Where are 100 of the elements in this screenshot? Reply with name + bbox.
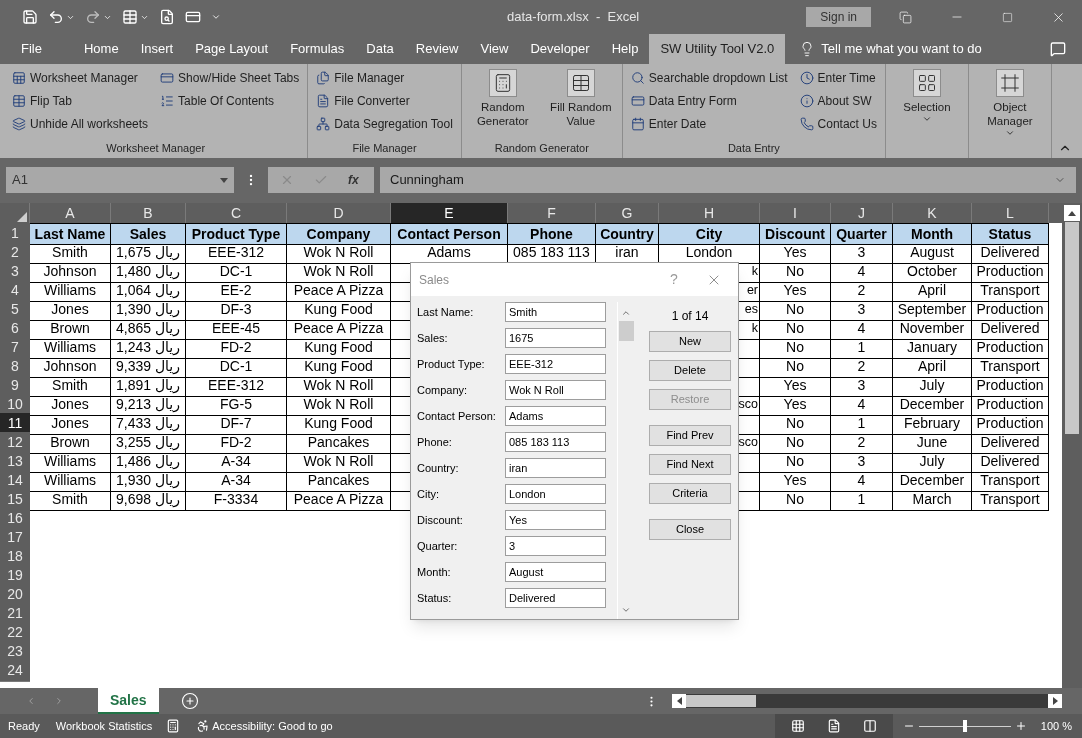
maximize-icon[interactable] (1002, 11, 1013, 23)
menu-tab[interactable]: Page Layout (184, 34, 280, 64)
dialog-button[interactable]: Criteria (649, 483, 731, 504)
ribbon-button[interactable]: Flip Tab (12, 91, 149, 111)
input-field[interactable]: London (505, 484, 606, 504)
row-header[interactable]: 20 (0, 584, 30, 606)
ribbon-large-button[interactable]: Random Generator (469, 68, 536, 140)
row-header[interactable]: 18 (0, 546, 30, 568)
ribbon-large-button[interactable]: Selection (893, 68, 960, 140)
row-header[interactable]: 13 (0, 451, 30, 473)
row-header[interactable]: 8 (0, 356, 30, 378)
scroll-down-icon[interactable] (621, 605, 631, 615)
row-header[interactable]: 17 (0, 527, 30, 549)
row-header[interactable]: 9 (0, 375, 30, 397)
input-field[interactable]: iran (505, 458, 606, 478)
row-header[interactable]: 1 (0, 223, 30, 245)
dialog-button[interactable]: Close (649, 519, 731, 540)
form-icon[interactable] (185, 9, 201, 25)
row-header[interactable]: 15 (0, 489, 30, 511)
row-header[interactable]: 3 (0, 261, 30, 283)
ribbon-button[interactable]: Worksheet Manager (12, 68, 149, 88)
redo-icon[interactable] (85, 9, 101, 25)
print-preview-icon[interactable] (159, 9, 175, 25)
table-icon[interactable] (122, 9, 138, 25)
row-header[interactable]: 4 (0, 280, 30, 302)
ribbon-button[interactable]: Contact Us (799, 114, 877, 134)
ribbon-large-button[interactable]: Fill Random Value (547, 68, 614, 140)
ribbon-button[interactable]: File Manager (316, 68, 453, 88)
page-break-icon[interactable] (862, 719, 877, 733)
dialog-button[interactable]: Delete (649, 360, 731, 381)
row-header[interactable]: 19 (0, 565, 30, 587)
menu-tab[interactable]: File (10, 34, 53, 64)
ribbon-button[interactable]: Data Segregation Tool (316, 114, 453, 134)
ribbon-button[interactable]: Table Of Contents (160, 91, 300, 111)
ribbon-button[interactable]: Data Entry Form (630, 91, 788, 111)
menu-tab[interactable]: View (469, 34, 520, 64)
ribbon-button[interactable]: Enter Date (630, 114, 788, 134)
vertical-scrollbar[interactable] (1062, 203, 1082, 688)
name-box[interactable]: A1 (6, 167, 234, 193)
row-header[interactable]: 10 (0, 394, 30, 416)
page-layout-icon[interactable] (826, 719, 841, 733)
ribbon-large-button[interactable]: Object Manager (976, 68, 1043, 140)
menu-tab[interactable]: Developer (519, 34, 601, 64)
ribbon-button[interactable]: Unhide All worksheets (12, 114, 149, 134)
ribbon-button[interactable]: Searchable dropdown List (630, 68, 788, 88)
row-header[interactable]: 16 (0, 508, 30, 530)
row-header[interactable]: 21 (0, 603, 30, 625)
sign-in-button[interactable]: Sign in (806, 7, 871, 27)
customize-icon[interactable] (211, 12, 221, 22)
scrollbar-thumb[interactable] (686, 695, 756, 707)
scroll-left-icon[interactable] (676, 697, 682, 705)
ribbon-button[interactable]: File Converter (316, 91, 453, 111)
dialog-button[interactable]: Find Next (649, 454, 731, 475)
row-header[interactable]: 14 (0, 470, 30, 492)
tell-me-field[interactable]: Tell me what you want to do (821, 39, 982, 59)
dialog-button[interactable]: Find Prev (649, 425, 731, 446)
scrollbar-thumb[interactable] (1065, 222, 1079, 434)
input-field[interactable]: 085 183 113 (505, 432, 606, 452)
ribbon-display-icon[interactable] (899, 10, 912, 24)
dialog-button[interactable]: New (649, 331, 731, 352)
zoom-in-icon[interactable] (1014, 720, 1027, 732)
scroll-right-icon[interactable] (1052, 697, 1058, 705)
menu-tab[interactable]: Help (600, 34, 650, 64)
horizontal-scrollbar[interactable] (672, 694, 1062, 708)
row-header[interactable]: 24 (0, 660, 30, 682)
input-field[interactable]: August (505, 562, 606, 582)
scrollbar-thumb[interactable] (618, 321, 634, 341)
undo-icon[interactable] (48, 9, 64, 25)
menu-tab[interactable]: Review (404, 34, 470, 64)
input-field[interactable]: 3 (505, 536, 606, 556)
row-header[interactable]: 22 (0, 622, 30, 644)
scroll-up-icon[interactable] (1068, 210, 1076, 216)
menu-tab[interactable]: Data (355, 34, 405, 64)
zoom-level[interactable]: 100 % (1040, 717, 1072, 735)
row-header[interactable]: 7 (0, 337, 30, 359)
input-field[interactable]: EEE-312 (505, 354, 606, 374)
column-header[interactable]: E (391, 203, 508, 224)
row-header[interactable]: 6 (0, 318, 30, 340)
ribbon-button[interactable]: About SW (799, 91, 877, 111)
input-field[interactable]: Yes (505, 510, 606, 530)
add-sheet-icon[interactable] (180, 692, 199, 710)
row-header[interactable]: 2 (0, 242, 30, 264)
row-header[interactable]: 12 (0, 432, 30, 454)
menu-tab[interactable]: SW Utility Tool V2.0 (649, 34, 786, 64)
row-header[interactable]: 5 (0, 299, 30, 321)
input-field[interactable]: Delivered (505, 588, 606, 608)
input-field[interactable]: 1675 (505, 328, 606, 348)
status-text[interactable]: Accessibility: Good to go (212, 717, 333, 735)
input-field[interactable]: Adams (505, 406, 606, 426)
ribbon-button[interactable]: Enter Time (799, 68, 877, 88)
calculator-icon[interactable] (166, 719, 181, 733)
menu-tab[interactable]: Home (72, 34, 130, 64)
row-header[interactable]: 11 (0, 413, 30, 435)
save-icon[interactable] (22, 9, 38, 25)
zoom-slider-thumb[interactable] (962, 719, 967, 732)
menu-tab[interactable]: Formulas (279, 34, 356, 64)
comments-icon[interactable] (1050, 41, 1066, 57)
input-field[interactable]: Smith (505, 302, 606, 322)
normal-view-icon[interactable] (790, 719, 805, 733)
formula-field[interactable]: Cunningham (380, 167, 1076, 193)
